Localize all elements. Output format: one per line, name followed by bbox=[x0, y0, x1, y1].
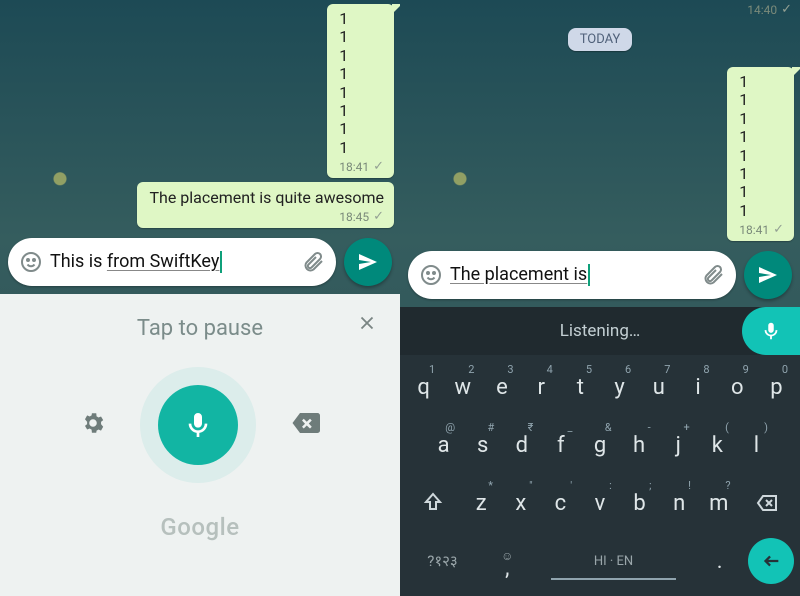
space-key[interactable]: HI · EN bbox=[536, 534, 692, 588]
message-text: The placement is quite awesome bbox=[149, 188, 384, 207]
message-text: 1 bbox=[739, 110, 784, 128]
tick-icon: ✓ bbox=[773, 222, 784, 237]
key-v[interactable]: v: bbox=[582, 477, 618, 531]
message-text: 1 bbox=[739, 147, 784, 165]
tick-icon: ✓ bbox=[373, 159, 384, 174]
keyboard: q1w2e3r4t5y6u7i8o9p0 a@s#d₹f_g&h-j+k(l) … bbox=[400, 355, 800, 596]
message-time: 18:45 bbox=[339, 210, 369, 224]
message-bubble[interactable]: 11111111 18:41✓ bbox=[727, 67, 794, 241]
key-c[interactable]: c' bbox=[543, 477, 579, 531]
emoji-icon[interactable] bbox=[418, 262, 444, 288]
key-k[interactable]: k( bbox=[700, 419, 735, 473]
key-n[interactable]: n! bbox=[661, 477, 697, 531]
key-i[interactable]: i8 bbox=[680, 361, 715, 415]
tick-icon: ✓ bbox=[781, 2, 792, 17]
message-text: 1 bbox=[339, 139, 384, 157]
key-r[interactable]: r4 bbox=[524, 361, 559, 415]
message-text: 1 bbox=[339, 102, 384, 120]
key-g[interactable]: g& bbox=[582, 419, 617, 473]
right-pane: 14:40✓ TODAY 11111111 18:41✓ The placeme… bbox=[400, 0, 800, 596]
shift-key[interactable] bbox=[406, 477, 459, 531]
key-p[interactable]: p0 bbox=[759, 361, 794, 415]
message-time: 18:41 bbox=[739, 223, 769, 237]
message-text: 1 bbox=[339, 65, 384, 83]
backspace-icon[interactable] bbox=[290, 408, 320, 442]
messages-area: 14:40✓ TODAY 11111111 18:41✓ bbox=[400, 0, 800, 245]
key-u[interactable]: u7 bbox=[641, 361, 676, 415]
key-e[interactable]: e3 bbox=[484, 361, 519, 415]
voice-prompt: Tap to pause bbox=[137, 316, 263, 341]
input-text: The placement is bbox=[444, 264, 700, 286]
key-f[interactable]: f_ bbox=[543, 419, 578, 473]
attach-icon[interactable] bbox=[300, 249, 326, 275]
message-text: 1 bbox=[339, 84, 384, 102]
key-a[interactable]: a@ bbox=[426, 419, 461, 473]
voice-panel: Tap to pause Google bbox=[0, 294, 400, 596]
message-input[interactable]: The placement is bbox=[408, 251, 736, 299]
message-input[interactable]: This is from SwiftKey bbox=[8, 238, 336, 286]
gear-icon[interactable] bbox=[80, 410, 106, 440]
send-button[interactable] bbox=[344, 238, 392, 286]
gboard-panel: Listening… q1w2e3r4t5y6u7i8o9p0 a@s#d₹f_… bbox=[400, 307, 800, 596]
key-h[interactable]: h- bbox=[622, 419, 657, 473]
text-caret bbox=[588, 264, 590, 286]
key-q[interactable]: q1 bbox=[406, 361, 441, 415]
emoji-key[interactable]: ☺, bbox=[483, 534, 532, 588]
microphone-button[interactable] bbox=[158, 385, 238, 465]
enter-key[interactable] bbox=[748, 538, 794, 584]
close-icon[interactable] bbox=[356, 312, 378, 338]
message-input-bar: The placement is bbox=[400, 245, 800, 307]
text-caret bbox=[220, 251, 222, 273]
input-text: This is from SwiftKey bbox=[44, 251, 300, 273]
language-key[interactable]: ?१२३ bbox=[406, 534, 479, 588]
period-key[interactable]: . bbox=[695, 534, 744, 588]
tick-icon: ✓ bbox=[373, 209, 384, 224]
message-text: 1 bbox=[339, 28, 384, 46]
key-y[interactable]: y6 bbox=[602, 361, 637, 415]
message-text: 1 bbox=[739, 91, 784, 109]
message-bubble[interactable]: The placement is quite awesome 18:45 ✓ bbox=[137, 182, 394, 228]
key-l[interactable]: l) bbox=[739, 419, 774, 473]
message-text: 1 bbox=[339, 120, 384, 138]
message-text: 1 bbox=[739, 165, 784, 183]
attach-icon[interactable] bbox=[700, 262, 726, 288]
messages-area: 11111111 18:41✓ The placement is quite a… bbox=[0, 0, 400, 232]
emoji-icon[interactable] bbox=[18, 249, 44, 275]
suggestion-bar: Listening… bbox=[400, 307, 800, 355]
key-s[interactable]: s# bbox=[465, 419, 500, 473]
message-text: 1 bbox=[339, 47, 384, 65]
key-j[interactable]: j+ bbox=[661, 419, 696, 473]
google-logo: Google bbox=[160, 513, 239, 541]
message-text: 1 bbox=[739, 128, 784, 146]
backspace-key[interactable] bbox=[741, 477, 794, 531]
message-bubble[interactable]: 11111111 18:41✓ bbox=[327, 4, 394, 178]
key-b[interactable]: b; bbox=[622, 477, 658, 531]
key-t[interactable]: t5 bbox=[563, 361, 598, 415]
key-z[interactable]: z* bbox=[463, 477, 499, 531]
key-x[interactable]: x" bbox=[503, 477, 539, 531]
key-w[interactable]: w2 bbox=[445, 361, 480, 415]
message-text: 1 bbox=[739, 73, 784, 91]
prev-message-time: 14:40✓ bbox=[747, 2, 792, 17]
message-text: 1 bbox=[739, 202, 784, 220]
listening-label: Listening… bbox=[400, 321, 800, 341]
key-m[interactable]: m? bbox=[701, 477, 737, 531]
send-button[interactable] bbox=[744, 251, 792, 299]
message-text: 1 bbox=[339, 10, 384, 28]
microphone-button[interactable] bbox=[742, 307, 800, 355]
key-o[interactable]: o9 bbox=[720, 361, 755, 415]
key-d[interactable]: d₹ bbox=[504, 419, 539, 473]
message-input-bar: This is from SwiftKey bbox=[0, 232, 400, 294]
message-time: 18:41 bbox=[339, 160, 369, 174]
message-text: 1 bbox=[739, 183, 784, 201]
date-separator: TODAY bbox=[568, 28, 633, 51]
left-pane: 11111111 18:41✓ The placement is quite a… bbox=[0, 0, 400, 596]
